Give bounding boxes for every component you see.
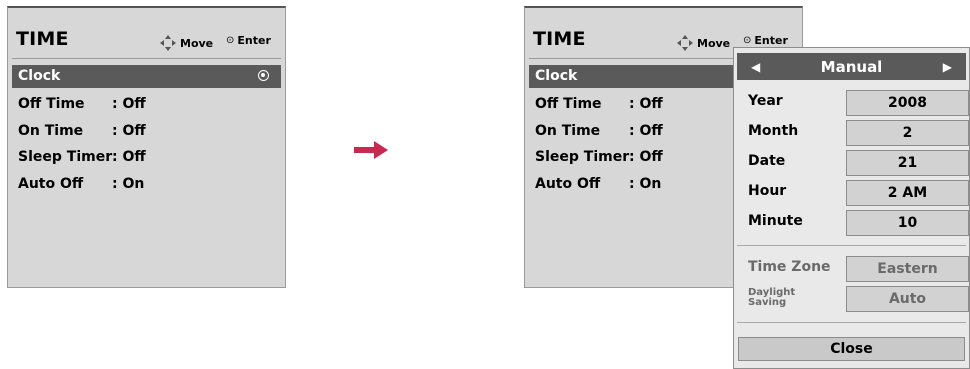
field-label: Daylight Saving: [748, 287, 796, 308]
field-label: Minute: [748, 213, 803, 229]
menu-item-value: : Off: [112, 96, 146, 112]
menu-item-value: : Off: [629, 122, 663, 139]
menu-item-label: Off Time: [535, 96, 602, 112]
menu-item-value: : Off: [629, 96, 663, 112]
menu-item-on-time[interactable]: On Time : Off: [12, 118, 281, 145]
field-label: Hour: [748, 183, 787, 199]
right-arrow-icon: [354, 141, 388, 159]
move-icon: [677, 35, 693, 51]
year-field[interactable]: 2008: [846, 90, 969, 116]
menu-title: TIME: [16, 28, 69, 50]
move-icon: [160, 35, 176, 51]
menu-list: Clock Off Time : Off On Time : Off Sleep T…: [12, 65, 281, 197]
daylight-saving-field[interactable]: Auto: [846, 286, 969, 312]
menu-item-sleep-timer[interactable]: Sleep Timer: Off: [12, 144, 281, 171]
selected-radio-icon: [258, 70, 269, 81]
hour-field[interactable]: 2 AM: [846, 180, 969, 206]
menu-item-value: : Off: [112, 122, 146, 139]
menu-item-label: Sleep Timer: [535, 149, 630, 165]
menu-item-auto-off[interactable]: Auto Off : On: [12, 171, 281, 198]
move-hint: Move: [159, 34, 213, 52]
date-row: Date 21: [748, 150, 970, 176]
menu-item-value: : On: [629, 175, 662, 192]
field-label: Date: [748, 153, 786, 169]
field-label: Time Zone: [748, 259, 831, 275]
time-zone-row: Time Zone Eastern: [748, 256, 970, 282]
close-button[interactable]: Close: [738, 337, 965, 361]
clock-settings-popup: ◀ Manual ▶ Year 2008 Month 2 Date 21 Hou…: [733, 47, 970, 369]
menu-item-label: Auto Off: [18, 175, 84, 192]
enter-icon: ⊙: [226, 35, 235, 46]
field-label: Month: [748, 123, 799, 139]
daylight-saving-row: Daylight Saving Auto: [748, 286, 970, 312]
menu-item-label: Off Time: [18, 96, 85, 112]
clock-mode-value: Manual: [820, 57, 883, 76]
right-arrow-icon[interactable]: ▶: [943, 60, 952, 74]
minute-field[interactable]: 10: [846, 210, 969, 236]
enter-icon: ⊙: [743, 35, 752, 46]
divider: [12, 58, 281, 59]
divider: [737, 322, 966, 323]
month-field[interactable]: 2: [846, 120, 969, 146]
minute-row: Minute 10: [748, 210, 970, 236]
enter-hint: ⊙ Enter: [743, 34, 788, 47]
enter-hint: ⊙ Enter: [226, 34, 271, 47]
menu-item-label: Clock: [18, 68, 61, 84]
clock-mode-selector[interactable]: ◀ Manual ▶: [737, 53, 966, 80]
left-arrow-icon[interactable]: ◀: [751, 60, 760, 74]
menu-item-value: : On: [112, 175, 145, 192]
menu-item-label: Clock: [535, 68, 578, 84]
menu-item-label: Auto Off: [535, 175, 601, 192]
menu-item-label: Sleep Timer: [18, 149, 113, 165]
move-hint: Move: [676, 34, 730, 52]
move-hint-label: Move: [180, 36, 214, 50]
menu-item-label: On Time: [535, 122, 601, 139]
menu-title: TIME: [533, 28, 586, 50]
month-row: Month 2: [748, 120, 970, 146]
move-hint-label: Move: [697, 36, 731, 50]
menu-item-value: : Off: [112, 149, 146, 165]
field-label: Year: [748, 93, 783, 109]
time-zone-field[interactable]: Eastern: [846, 256, 969, 282]
time-menu-panel: TIME Move ⊙ Enter Clock Off Time : Off On…: [7, 6, 286, 288]
divider: [737, 245, 966, 246]
menu-item-label: On Time: [18, 122, 84, 139]
menu-item-value: : Off: [629, 149, 663, 165]
menu-item-clock[interactable]: Clock: [12, 65, 281, 88]
hour-row: Hour 2 AM: [748, 180, 970, 206]
menu-item-off-time[interactable]: Off Time : Off: [12, 91, 281, 118]
year-row: Year 2008: [748, 90, 970, 116]
date-field[interactable]: 21: [846, 150, 969, 176]
enter-hint-label: Enter: [754, 34, 788, 47]
enter-hint-label: Enter: [237, 34, 271, 47]
